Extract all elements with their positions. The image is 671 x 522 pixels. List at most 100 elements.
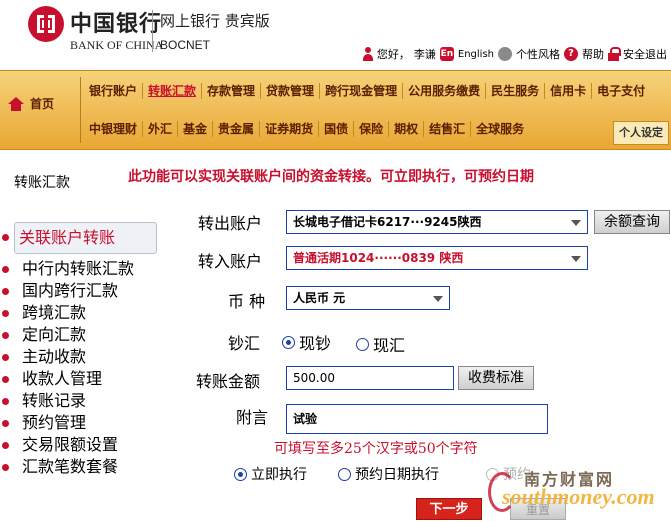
page-description: 此功能可以实现关联账户间的资金转接。可立即执行，可预约日期	[128, 169, 534, 185]
sidebar-item-label: 主动收款	[22, 347, 87, 366]
nav-item-row1-0[interactable]: 银行账户	[84, 83, 144, 99]
execute-scheduled-label: 预约日期执行	[355, 467, 439, 483]
cash-radio-label: 现钞	[299, 334, 332, 353]
fee-standard-button[interactable]: 收费标准	[458, 366, 534, 390]
remit-radio[interactable]: 现汇	[356, 332, 405, 356]
nav-item-row1-1[interactable]: 转账汇款	[143, 83, 203, 99]
cash-radio[interactable]: 现钞	[282, 330, 331, 354]
balance-query-button[interactable]: 余额查询	[594, 210, 670, 234]
lock-icon[interactable]	[608, 47, 621, 61]
sidebar-item-7[interactable]: 预约管理	[2, 412, 134, 434]
user-icon	[362, 47, 373, 61]
watermark-text-en: southmoney.com	[502, 484, 655, 509]
bank-name-cn: 中国银行	[70, 11, 163, 37]
sidebar-item-label: 跨境汇款	[22, 303, 87, 322]
chevron-down-icon	[571, 256, 581, 262]
nav-item-row1-5[interactable]: 公用服务缴费	[403, 83, 487, 99]
from-account-select[interactable]: 长城电子借记卡6217···9245陕西	[286, 210, 588, 234]
nav-item-row2-8[interactable]: 结售汇	[424, 121, 472, 137]
to-account-value: 普通活期1024······0839 陕西	[293, 251, 464, 265]
memo-hint: 可填写至多25个汉字或50个字符	[274, 441, 478, 457]
product-name-en: BOCNET	[160, 38, 211, 52]
nav-item-row2-0[interactable]: 中银理财	[84, 121, 144, 137]
sidebar-item-label: 预约管理	[22, 413, 87, 432]
nav-item-row1-6[interactable]: 民生服务	[486, 83, 546, 99]
english-icon[interactable]: En	[439, 47, 454, 61]
execute-scheduled-radio[interactable]: 预约日期执行	[338, 464, 439, 484]
home-link[interactable]: 首页	[8, 95, 54, 112]
memo-input[interactable]: 试验	[286, 404, 548, 434]
sidebar-item-label: 转账记录	[22, 391, 87, 410]
execute-now-radio[interactable]: 立即执行	[234, 464, 307, 484]
from-account-value: 长城电子借记卡6217···9245陕西	[293, 215, 482, 229]
nav-item-row1-4[interactable]: 跨行现金管理	[320, 83, 404, 99]
logout-link[interactable]: 安全退出	[623, 46, 667, 62]
bullet-icon	[2, 234, 9, 241]
nav-item-row1-7[interactable]: 信用卡	[545, 83, 593, 99]
nav-item-row2-7[interactable]: 期权	[389, 121, 425, 137]
sidebar-item-label: 收款人管理	[22, 369, 103, 388]
nav-item-row1-2[interactable]: 存款管理	[202, 83, 262, 99]
content-area: 转账汇款 此功能可以实现关联账户间的资金转接。可立即执行，可预约日期 关联账户转…	[0, 152, 671, 522]
home-icon	[8, 96, 24, 111]
currency-value: 人民币 元	[293, 291, 346, 305]
nav-item-row2-6[interactable]: 保险	[354, 121, 390, 137]
help-link[interactable]: 帮助	[582, 46, 604, 62]
sidebar-item-label: 国内跨行汇款	[22, 281, 119, 300]
style-link[interactable]: 个性风格	[516, 46, 560, 62]
next-step-button[interactable]: 下一步	[416, 498, 482, 520]
sidebar-item-label: 中行内转账汇款	[22, 259, 135, 278]
user-bar: 您好， 李谦 En English 个性风格 ? 帮助 安全退出	[362, 44, 667, 64]
to-account-label: 转入账户	[198, 252, 263, 271]
nav-item-row2-2[interactable]: 基金	[178, 121, 214, 137]
nav-item-row2-4[interactable]: 证券期货	[260, 121, 320, 137]
sidebar-item-1[interactable]: 国内跨行汇款	[2, 280, 134, 302]
chevron-down-icon	[571, 220, 581, 226]
bullet-icon	[2, 310, 9, 317]
sidebar-item-5[interactable]: 收款人管理	[2, 368, 134, 390]
currency-select[interactable]: 人民币 元	[286, 286, 450, 310]
sidebar-item-2[interactable]: 跨境汇款	[2, 302, 134, 324]
nav-item-row2-1[interactable]: 外汇	[143, 121, 179, 137]
english-link[interactable]: English	[458, 49, 494, 60]
home-label: 首页	[30, 97, 55, 111]
sidebar-item-active[interactable]: 关联账户转账	[14, 222, 157, 254]
bullet-icon	[2, 442, 9, 449]
help-icon[interactable]: ?	[564, 47, 578, 61]
nav-row-primary: 银行账户 转账汇款 存款管理 贷款管理 跨行现金管理 公用服务缴费 民生服务 信用卡 电子支付	[84, 77, 650, 105]
bullet-icon	[2, 464, 9, 471]
style-icon[interactable]	[498, 47, 512, 61]
nav-item-row1-3[interactable]: 贷款管理	[261, 83, 321, 99]
watermark-logo: 南方财富网 southmoney.com	[488, 466, 668, 518]
main-nav: 首页 银行账户 转账汇款 存款管理 贷款管理 跨行现金管理 公用服务缴费 民生服务 信用卡 电子…	[0, 70, 671, 150]
page-title: 转账汇款	[14, 175, 70, 191]
user-name: 李谦	[413, 48, 436, 61]
remit-radio-label: 现汇	[373, 336, 406, 355]
sidebar-item-9[interactable]: 汇款笔数套餐	[2, 456, 134, 478]
sidebar-item-3[interactable]: 定向汇款	[2, 324, 134, 346]
radio-checked-icon	[282, 335, 295, 349]
bullet-icon	[2, 398, 9, 405]
bullet-icon	[2, 420, 9, 427]
memo-label: 附言	[236, 408, 269, 427]
sidebar-item-0[interactable]: 中行内转账汇款	[2, 258, 134, 280]
execute-now-label: 立即执行	[251, 467, 307, 483]
nav-item-row2-9[interactable]: 全球服务	[471, 121, 529, 137]
nav-item-row1-8[interactable]: 电子支付	[592, 83, 650, 99]
bank-name-en: BANK OF CHINA	[70, 38, 164, 52]
sidebar-item-8[interactable]: 交易限额设置	[2, 434, 134, 456]
chevron-down-icon	[433, 296, 443, 302]
amount-input[interactable]: 500.00	[286, 366, 454, 390]
nav-item-row2-5[interactable]: 国债	[319, 121, 355, 137]
nav-item-row2-3[interactable]: 贵金属	[213, 121, 261, 137]
sidebar-item-4[interactable]: 主动收款	[2, 346, 134, 368]
sidebar-item-label: 交易限额设置	[22, 435, 119, 454]
sidebar-item-label: 汇款笔数套餐	[22, 457, 119, 476]
nav-row-secondary: 中银理财 外汇 基金 贵金属 证券期货 国债 保险 期权 结售汇 全球服务	[84, 115, 529, 143]
from-account-label: 转出账户	[198, 214, 263, 233]
personal-settings-button[interactable]: 个人设定	[613, 121, 669, 145]
to-account-select[interactable]: 普通活期1024······0839 陕西	[286, 246, 588, 270]
radio-unchecked-icon	[356, 337, 369, 351]
bullet-icon	[2, 354, 9, 361]
sidebar-item-6[interactable]: 转账记录	[2, 390, 134, 412]
